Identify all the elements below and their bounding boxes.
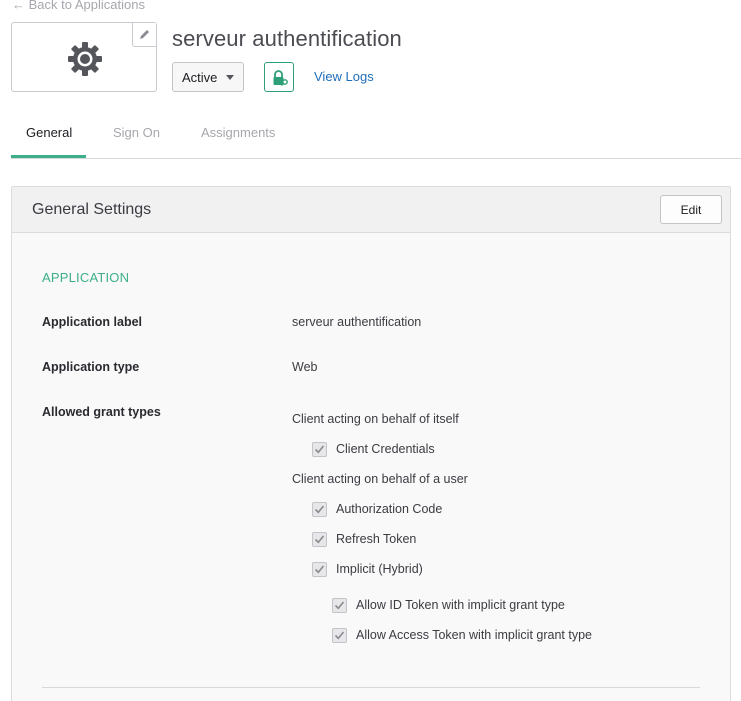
lock-key-icon bbox=[273, 70, 288, 86]
check-icon bbox=[314, 535, 325, 544]
gear-icon bbox=[68, 42, 102, 76]
page-title: serveur authentification bbox=[172, 26, 402, 51]
tab-sign-on[interactable]: Sign On bbox=[113, 125, 160, 140]
panel-title: General Settings bbox=[32, 201, 152, 218]
section-heading: APPLICATION bbox=[42, 270, 130, 285]
application-type-value: Web bbox=[292, 360, 318, 374]
pencil-icon bbox=[140, 30, 149, 39]
checkbox-label: Authorization Code bbox=[336, 502, 443, 516]
caret-down-icon bbox=[226, 75, 234, 80]
check-icon bbox=[334, 601, 345, 610]
checkbox[interactable] bbox=[312, 502, 327, 517]
application-label-value: serveur authentification bbox=[292, 315, 422, 329]
status-dropdown[interactable]: Active bbox=[172, 62, 244, 92]
checkbox[interactable] bbox=[312, 442, 327, 457]
checkbox[interactable] bbox=[332, 598, 347, 613]
checkbox[interactable] bbox=[332, 628, 347, 643]
check-icon bbox=[314, 445, 325, 454]
tab-general[interactable]: General bbox=[26, 125, 72, 140]
push-groups-button[interactable] bbox=[264, 62, 294, 92]
tab-assignments[interactable]: Assignments bbox=[201, 125, 275, 140]
app-logo bbox=[11, 22, 157, 92]
checkbox[interactable] bbox=[312, 532, 327, 547]
checkbox-label: Implicit (Hybrid) bbox=[336, 562, 423, 576]
divider bbox=[42, 687, 700, 688]
checkbox[interactable] bbox=[312, 562, 327, 577]
checkbox-label: Allow Access Token with implicit grant t… bbox=[356, 628, 592, 642]
application-type-label: Application type bbox=[42, 360, 140, 374]
grant-group-user-title: Client acting on behalf of a user bbox=[292, 472, 468, 486]
allowed-grant-types-label: Allowed grant types bbox=[42, 405, 161, 419]
active-tab-indicator bbox=[11, 155, 86, 158]
edit-button[interactable]: Edit bbox=[660, 195, 722, 224]
checkbox-label: Refresh Token bbox=[336, 532, 417, 546]
back-to-applications-link[interactable]: ← Back to Applications bbox=[12, 0, 145, 12]
edit-logo-button[interactable] bbox=[132, 23, 156, 47]
view-logs-link[interactable]: View Logs bbox=[314, 69, 374, 84]
check-icon bbox=[334, 631, 345, 640]
grant-group-self-title: Client acting on behalf of itself bbox=[292, 412, 459, 426]
check-icon bbox=[314, 565, 325, 574]
application-label-label: Application label bbox=[42, 315, 143, 329]
checkbox-label: Client Credentials bbox=[336, 442, 435, 456]
check-icon bbox=[314, 505, 325, 514]
general-settings-panel: General Settings Edit APPLICATION Applic… bbox=[11, 186, 731, 701]
panel-header: General Settings Edit bbox=[12, 187, 730, 233]
checkbox-label: Allow ID Token with implicit grant type bbox=[356, 598, 565, 612]
tab-bar: General Sign On Assignments bbox=[11, 117, 741, 159]
status-value: Active bbox=[182, 70, 218, 85]
